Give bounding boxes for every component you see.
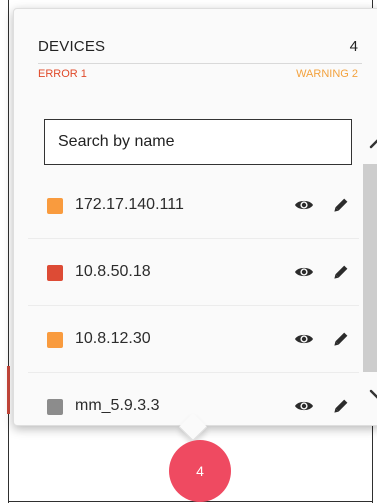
devices-count: 4 (349, 38, 358, 55)
pencil-icon[interactable] (333, 197, 349, 213)
background-frame-bottom-border (8, 501, 373, 502)
eye-icon[interactable] (294, 330, 314, 348)
status-swatch-warning (47, 198, 63, 214)
search-input[interactable] (44, 119, 352, 165)
pencil-icon[interactable] (333, 331, 349, 347)
device-name[interactable]: mm_5.9.3.3 (75, 397, 159, 415)
device-row[interactable]: 172.17.140.111 (28, 172, 359, 239)
scrollbar-thumb[interactable] (363, 164, 377, 372)
pencil-icon[interactable] (333, 264, 349, 280)
pencil-icon[interactable] (333, 398, 349, 414)
eye-icon[interactable] (294, 263, 314, 281)
chevron-up-icon[interactable] (366, 129, 377, 159)
devices-title: DEVICES (38, 38, 106, 55)
status-swatch-error (47, 265, 63, 281)
device-name[interactable]: 10.8.12.30 (75, 330, 151, 348)
error-count-label[interactable]: ERROR 1 (38, 68, 87, 80)
warning-count-label[interactable]: WARNING 2 (296, 68, 358, 80)
status-swatch-unknown (47, 399, 63, 415)
devices-popup: DEVICES 4 ERROR 1 WARNING 2 172.17.140.1… (13, 8, 377, 426)
eye-icon[interactable] (294, 397, 314, 415)
background-frame-left-border (8, 0, 9, 503)
device-count-badge[interactable]: 4 (169, 440, 231, 502)
device-name[interactable]: 10.8.50.18 (75, 263, 151, 281)
status-swatch-warning (47, 332, 63, 348)
eye-icon[interactable] (294, 196, 314, 214)
device-row[interactable]: 10.8.50.18 (28, 239, 359, 306)
device-row[interactable]: 10.8.12.30 (28, 306, 359, 373)
chevron-down-icon[interactable] (366, 379, 377, 409)
device-name[interactable]: 172.17.140.111 (75, 196, 184, 214)
header-divider (38, 63, 362, 64)
background-status-accent (7, 366, 10, 414)
device-list: 172.17.140.111 10.8.50.18 10.8.12.30 mm_… (28, 172, 359, 440)
